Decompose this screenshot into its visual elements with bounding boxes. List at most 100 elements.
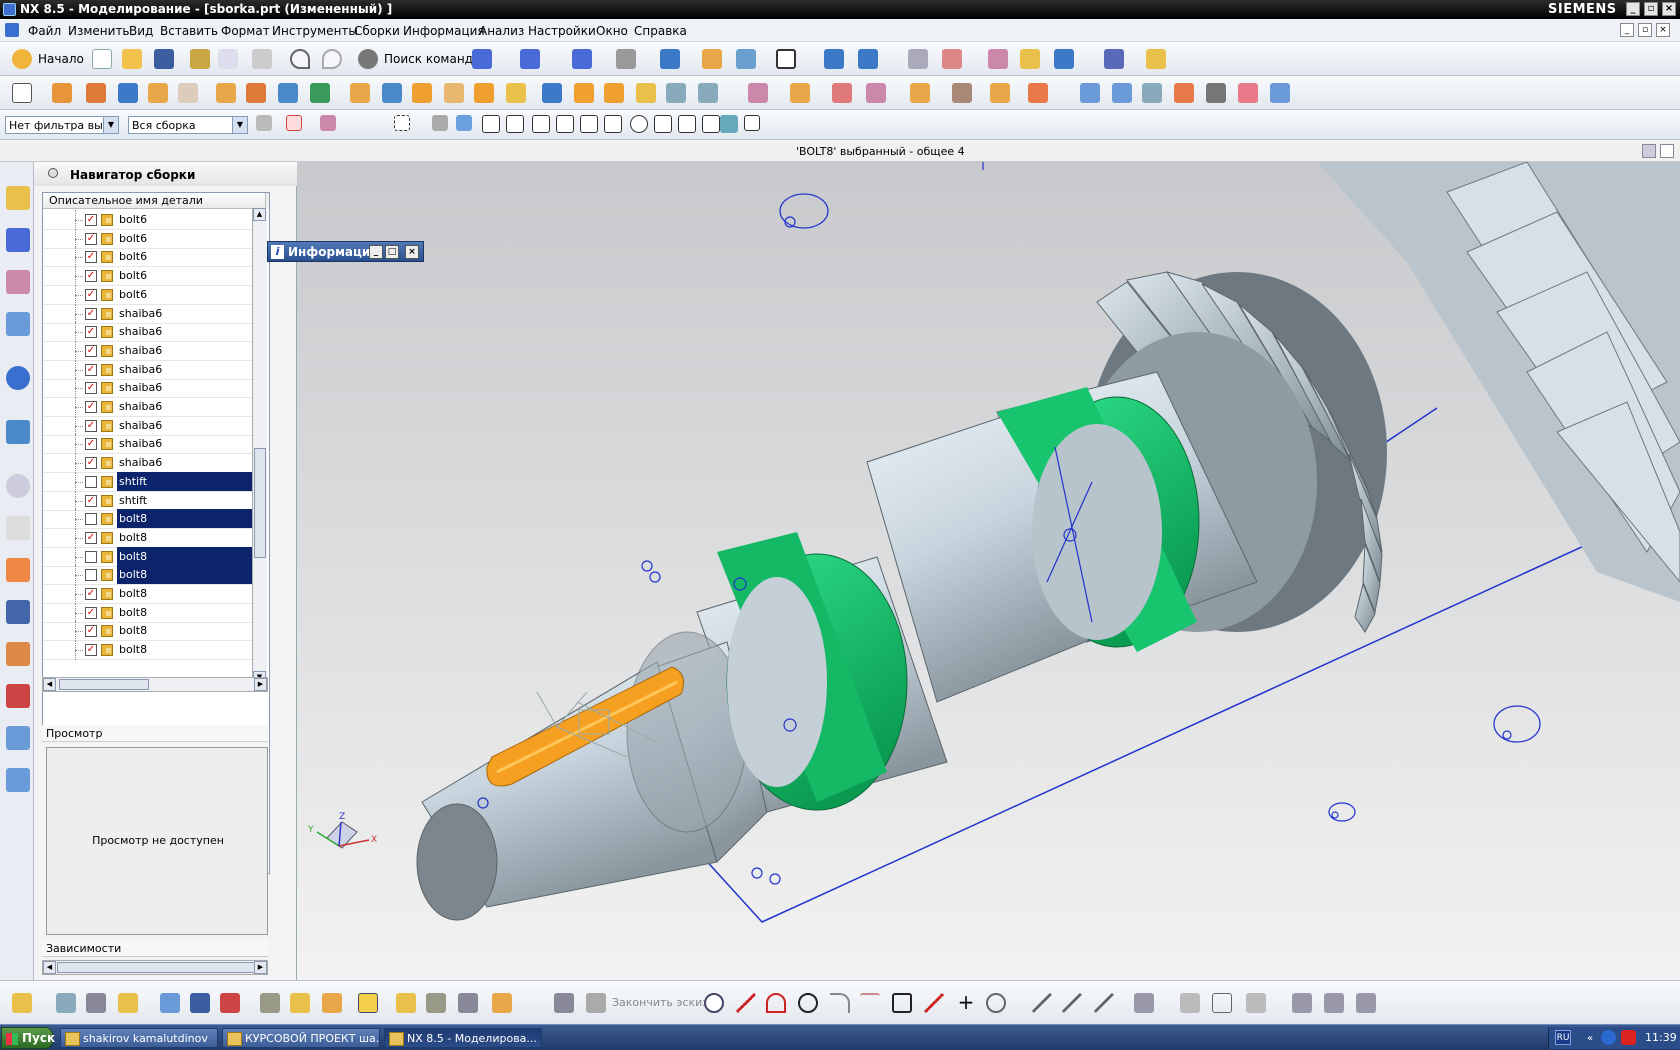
undo-icon[interactable] xyxy=(290,49,310,69)
scroll-thumb[interactable] xyxy=(57,962,257,973)
chevron-down-icon[interactable]: ▼ xyxy=(103,117,118,133)
menu-format[interactable]: Формат xyxy=(221,24,270,38)
tree-row[interactable]: shtift xyxy=(43,471,266,492)
inferred-constraints-icon[interactable] xyxy=(1292,993,1312,1013)
menu-preferences[interactable]: Настройки xyxy=(528,24,596,38)
visibility-checkbox-icon[interactable]: ✓ xyxy=(85,588,97,600)
column-header-2[interactable]: И xyxy=(265,193,269,209)
copy-icon[interactable] xyxy=(218,49,238,69)
auto-constrain-icon[interactable] xyxy=(1212,993,1232,1013)
menu-assemblies[interactable]: Сборки xyxy=(354,24,400,38)
history-tab-icon[interactable] xyxy=(6,474,30,498)
close-icon[interactable]: × xyxy=(1662,2,1676,16)
scroll-left-icon[interactable]: ◀ xyxy=(43,678,56,691)
constraint-navigator-tab-icon[interactable] xyxy=(6,228,30,252)
circle-icon[interactable] xyxy=(798,993,818,1013)
graphics-window[interactable]: X Y Z xyxy=(297,162,1680,980)
visibility-checkbox-icon[interactable]: ✓ xyxy=(85,363,97,376)
cube-view-icon[interactable] xyxy=(660,49,680,69)
tree-row[interactable]: ✓ shaiba6 xyxy=(43,397,266,417)
scroll-thumb[interactable] xyxy=(59,679,149,690)
select-all-icon[interactable] xyxy=(286,115,302,131)
scroll-right-icon[interactable]: ▶ xyxy=(254,678,267,691)
visibility-checkbox-icon[interactable]: ✓ xyxy=(85,644,97,657)
roles-tab-icon[interactable] xyxy=(6,642,30,666)
sketch-task-icon[interactable] xyxy=(554,993,574,1013)
information-window[interactable]: i Информация _ □ × xyxy=(267,241,424,262)
palette-tab-icon[interactable] xyxy=(6,726,30,750)
scroll-right-icon[interactable]: ▶ xyxy=(254,961,267,974)
snap-tangent-icon[interactable] xyxy=(556,115,574,133)
menu-help[interactable]: Справка xyxy=(634,24,687,38)
visibility-checkbox-icon[interactable]: ✓ xyxy=(85,344,97,357)
tree-vertical-scrollbar[interactable]: ▲ ▼ xyxy=(252,208,267,686)
dependencies-scrollbar[interactable]: ◀ ▶ xyxy=(42,960,268,975)
draft-icon[interactable] xyxy=(412,83,432,103)
sketch-icon[interactable] xyxy=(12,83,32,103)
visibility-checkbox-icon[interactable] xyxy=(85,475,97,488)
mdi-restore-icon[interactable]: ▫ xyxy=(1638,23,1652,37)
tree-row[interactable]: ✓ shaiba6 xyxy=(43,359,266,380)
finish-sketch-button[interactable]: Закончить эскиз xyxy=(612,996,708,1009)
select-feature-icon[interactable] xyxy=(320,115,336,131)
wave-icon[interactable] xyxy=(952,83,972,103)
convert-reference-icon[interactable] xyxy=(1324,993,1344,1013)
offset-curve-icon[interactable] xyxy=(986,993,1006,1013)
shading-icon[interactable] xyxy=(616,49,636,69)
column-header-name[interactable]: Описательное имя детали xyxy=(43,193,269,209)
visibility-checkbox-icon[interactable]: ✓ xyxy=(85,401,97,413)
taskbar-item-document[interactable]: КУРСОВОЙ ПРОЕКТ ша... xyxy=(222,1028,380,1048)
arrangements-icon[interactable] xyxy=(290,993,310,1013)
clipping-icon[interactable] xyxy=(736,49,756,69)
visibility-checkbox-icon[interactable]: ✓ xyxy=(85,419,97,432)
tree-row[interactable]: ✓ bolt8 xyxy=(43,584,266,604)
boss-icon[interactable] xyxy=(178,83,198,103)
start-icon[interactable] xyxy=(12,49,32,69)
snap-midpoint-icon[interactable] xyxy=(506,115,524,133)
mesh-icon[interactable] xyxy=(1112,83,1132,103)
select-face-icon[interactable] xyxy=(456,115,472,131)
start-button[interactable]: Пуск xyxy=(1,1027,55,1049)
tree-row[interactable]: ✓ shaiba6 xyxy=(43,340,266,361)
visibility-checkbox-icon[interactable]: ✓ xyxy=(85,625,97,638)
constraint-sketch-icon[interactable] xyxy=(1180,993,1200,1013)
visibility-checkbox-icon[interactable]: ✓ xyxy=(85,270,97,283)
mirror-component-icon[interactable] xyxy=(190,993,210,1013)
snap-curve-icon[interactable] xyxy=(580,115,598,133)
explode-icon[interactable] xyxy=(910,83,930,103)
fullscreen-icon[interactable] xyxy=(1660,144,1674,158)
redo-icon[interactable] xyxy=(322,49,342,69)
tree-row[interactable]: bolt8 xyxy=(43,509,266,530)
tree-row[interactable]: ✓ shaiba6 xyxy=(43,303,266,324)
line-icon[interactable] xyxy=(736,993,756,1013)
system-materials-tab-icon[interactable] xyxy=(6,516,30,540)
fillet-icon[interactable] xyxy=(830,993,850,1013)
assembly-navigator-tab-icon[interactable] xyxy=(6,186,30,210)
preview-header[interactable]: Просмотр xyxy=(42,725,268,742)
cut-icon[interactable] xyxy=(190,49,210,69)
snap-center-icon[interactable] xyxy=(630,115,648,133)
rectangle-icon[interactable] xyxy=(892,993,912,1013)
menu-tools[interactable]: Инструменты xyxy=(272,24,358,38)
link-icon[interactable] xyxy=(396,993,416,1013)
process-studio-tab-icon[interactable] xyxy=(6,558,30,582)
extrude-icon[interactable] xyxy=(52,83,72,103)
type-filter-select[interactable]: Нет фильтра выбо ▼ xyxy=(5,116,119,134)
quick-trim-icon[interactable] xyxy=(1032,993,1052,1013)
chamfer-icon[interactable] xyxy=(382,83,402,103)
layer-icon[interactable] xyxy=(908,49,928,69)
sequence-icon[interactable] xyxy=(358,993,378,1013)
nx-app-icon[interactable] xyxy=(3,3,16,16)
new-component-icon[interactable] xyxy=(118,993,138,1013)
visibility-checkbox-icon[interactable] xyxy=(85,513,97,526)
visibility-checkbox-icon[interactable]: ✓ xyxy=(85,307,97,320)
wcs-icon[interactable] xyxy=(824,49,844,69)
menu-analysis[interactable]: Анализ xyxy=(479,24,524,38)
chevron-down-icon[interactable]: ▼ xyxy=(232,117,247,133)
tree-row[interactable]: ✓ bolt8 xyxy=(43,621,266,642)
thread-icon[interactable] xyxy=(604,83,624,103)
info-tool-icon[interactable] xyxy=(520,49,540,69)
law-extension-icon[interactable] xyxy=(1270,83,1290,103)
mdi-close-icon[interactable]: × xyxy=(1656,23,1670,37)
tree-row[interactable]: ✓ bolt8 xyxy=(43,602,266,623)
